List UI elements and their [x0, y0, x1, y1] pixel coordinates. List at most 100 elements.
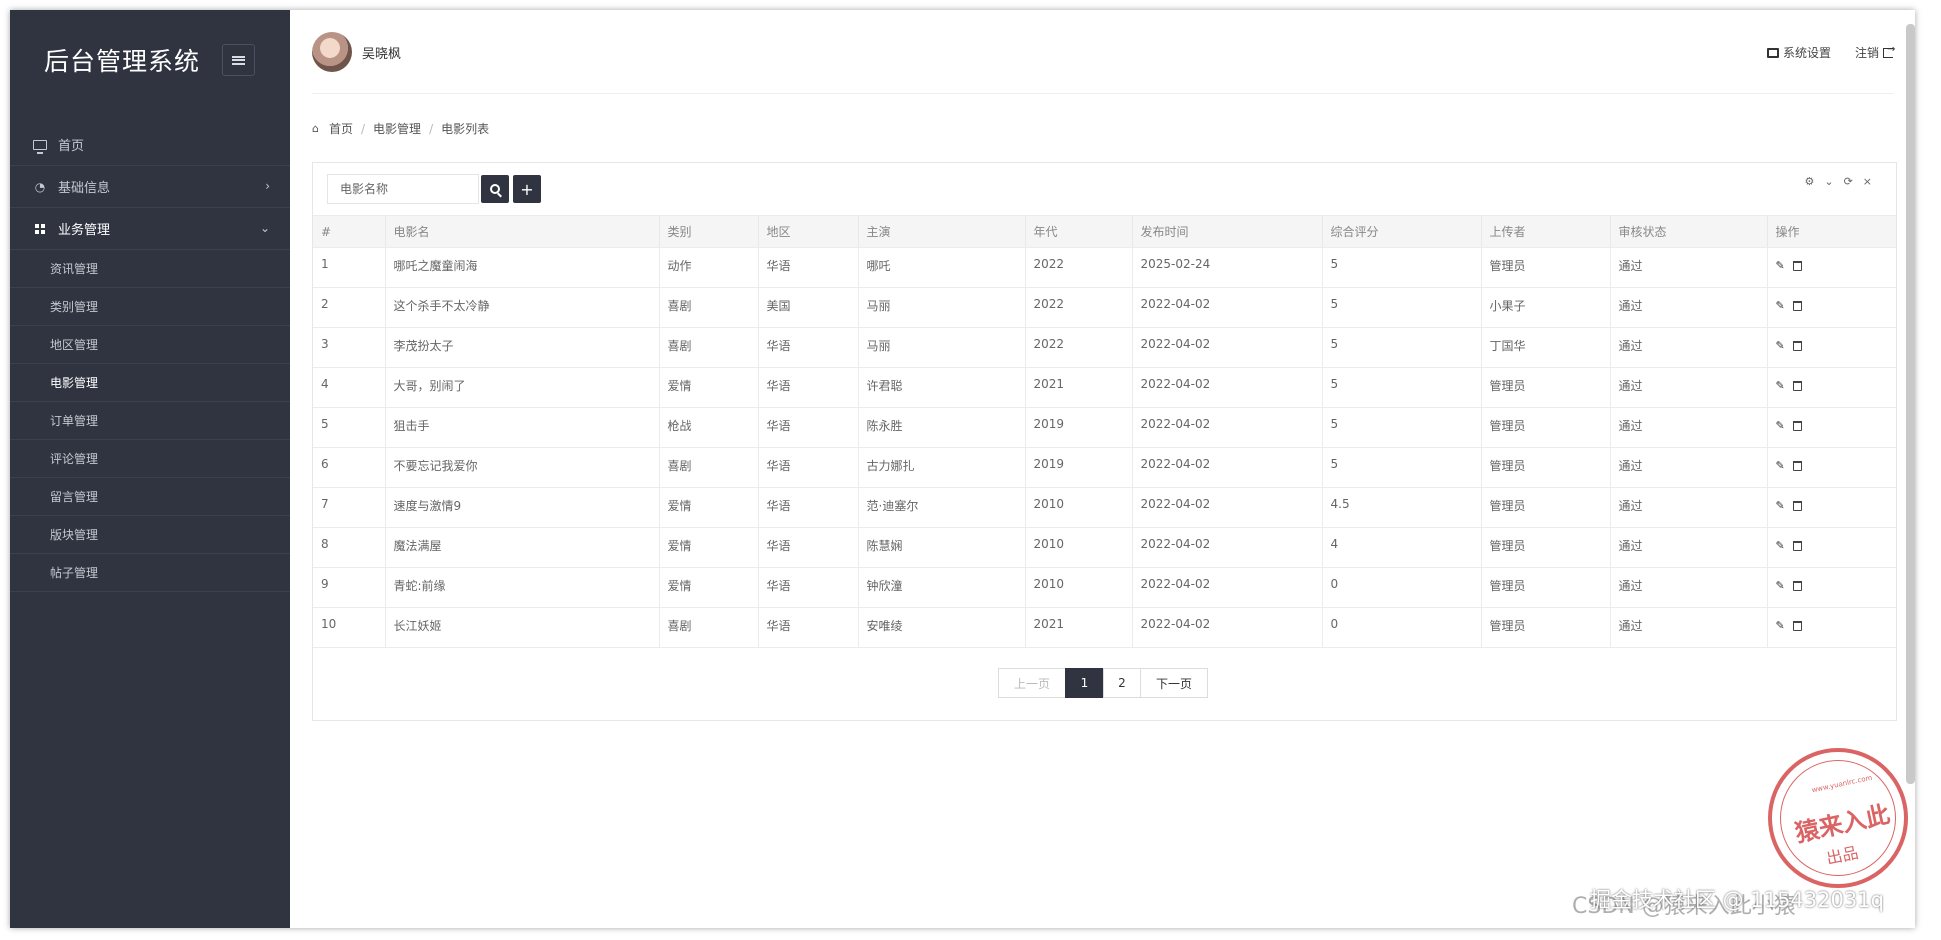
table-row: 6 不要忘记我爱你 喜剧 华语 古力娜扎 2019 2022-04-02 5 管理员 通过 ✎	[313, 447, 1896, 488]
chevron-down-icon[interactable]: ⌄	[1824, 175, 1833, 188]
sidebar-sub-post[interactable]: 帖子管理	[10, 554, 290, 592]
gear-icon[interactable]: ⚙	[1804, 175, 1814, 188]
home-icon: ⌂	[312, 122, 319, 135]
edit-icon[interactable]: ✎	[1776, 539, 1785, 552]
sidebar-item-business[interactable]: 业务管理 ⌄	[10, 208, 290, 250]
edit-icon[interactable]: ✎	[1776, 259, 1785, 272]
col-actions: 操作	[1767, 215, 1896, 248]
cell-actions: ✎	[1767, 367, 1896, 408]
sidebar-sub-board[interactable]: 版块管理	[10, 516, 290, 554]
sidebar-item-basic-info[interactable]: ◔ 基础信息 ›	[10, 166, 290, 208]
sidebar-sub-label: 订单管理	[50, 414, 99, 428]
sidebar-item-home[interactable]: 首页	[10, 124, 290, 166]
logout-link[interactable]: 注销	[1855, 44, 1895, 61]
breadcrumb-separator: /	[429, 121, 434, 136]
cell-index: 9	[313, 567, 386, 608]
cell-status: 通过	[1610, 247, 1768, 288]
sidebar-sub-movie[interactable]: 电影管理	[10, 364, 290, 402]
edit-icon[interactable]: ✎	[1776, 419, 1785, 432]
cell-category: 爱情	[659, 527, 759, 568]
edit-icon[interactable]: ✎	[1776, 339, 1785, 352]
sidebar-sub-label: 电影管理	[50, 376, 99, 390]
cell-index: 10	[313, 607, 386, 648]
avatar[interactable]	[312, 32, 352, 72]
breadcrumb-movie-management[interactable]: 电影管理	[373, 120, 421, 137]
refresh-icon[interactable]: ⟳	[1844, 175, 1853, 188]
page-2-button[interactable]: 2	[1103, 668, 1141, 698]
breadcrumb-home[interactable]: 首页	[329, 120, 353, 137]
cell-rating: 0	[1322, 607, 1482, 648]
sidebar-sub-region[interactable]: 地区管理	[10, 326, 290, 364]
username[interactable]: 吴晓枫	[362, 43, 401, 62]
edit-icon[interactable]: ✎	[1776, 579, 1785, 592]
sidebar-sub-news[interactable]: 资讯管理	[10, 250, 290, 288]
sidebar-sub-category[interactable]: 类别管理	[10, 288, 290, 326]
logout-icon	[1883, 44, 1895, 58]
edit-icon[interactable]: ✎	[1776, 619, 1785, 632]
page-1-button[interactable]: 1	[1065, 668, 1104, 698]
edit-icon[interactable]: ✎	[1776, 299, 1785, 312]
col-category: 类别	[659, 215, 759, 248]
close-icon[interactable]: ×	[1863, 175, 1872, 188]
cell-actor: 范·迪塞尔	[858, 487, 1026, 528]
cell-actions: ✎	[1767, 327, 1896, 368]
watermark-stamp: www.yuanlrc.com 猿来入此 出品	[1768, 748, 1908, 888]
cell-title: 魔法满屋	[385, 527, 660, 568]
trash-icon[interactable]	[1792, 580, 1802, 591]
cell-title: 青蛇:前缘	[385, 567, 660, 608]
trash-icon[interactable]	[1792, 380, 1802, 391]
cell-year: 2010	[1025, 567, 1133, 608]
trash-icon[interactable]	[1792, 420, 1802, 431]
sidebar-nav: 首页 ◔ 基础信息 › 业务管理 ⌄ 资讯管理 类别管理 地区管理 电影管理 订…	[10, 124, 290, 592]
chevron-down-icon: ⌄	[259, 221, 270, 235]
cell-status: 通过	[1610, 367, 1768, 408]
table-row: 5 狙击手 枪战 华语 陈永胜 2019 2022-04-02 5 管理员 通过 ✎	[313, 407, 1896, 448]
cell-release: 2022-04-02	[1132, 447, 1323, 488]
sidebar-sub-message[interactable]: 留言管理	[10, 478, 290, 516]
search-input[interactable]	[327, 174, 479, 204]
scrollbar[interactable]	[1906, 24, 1915, 784]
cell-region: 华语	[758, 527, 859, 568]
add-button[interactable]: +	[513, 175, 541, 203]
edit-icon[interactable]: ✎	[1776, 459, 1785, 472]
trash-icon[interactable]	[1792, 300, 1802, 311]
table-row: 2 这个杀手不太冷静 喜剧 美国 马丽 2022 2022-04-02 5 小果子 通过 ✎	[313, 287, 1896, 328]
row-actions: ✎	[1776, 617, 1897, 632]
cell-release: 2022-04-02	[1132, 327, 1323, 368]
cell-actions: ✎	[1767, 607, 1897, 648]
cell-region: 华语	[758, 607, 859, 648]
cell-year: 2021	[1025, 367, 1133, 408]
sidebar-sub-comment[interactable]: 评论管理	[10, 440, 290, 478]
cell-index: 6	[313, 447, 386, 488]
trash-icon[interactable]	[1792, 460, 1802, 471]
search-icon	[490, 184, 500, 194]
trash-icon[interactable]	[1792, 620, 1802, 631]
sidebar-item-label: 首页	[58, 139, 85, 154]
col-rating: 综合评分	[1322, 215, 1482, 248]
trash-icon[interactable]	[1792, 260, 1802, 271]
dashboard-icon: ◔	[34, 179, 46, 194]
search-button[interactable]	[481, 175, 509, 203]
cell-rating: 5	[1322, 327, 1482, 368]
cell-actions: ✎	[1767, 447, 1896, 488]
sidebar-sub-order[interactable]: 订单管理	[10, 402, 290, 440]
edit-icon[interactable]: ✎	[1776, 499, 1785, 512]
cell-category: 枪战	[659, 407, 759, 448]
next-page-button[interactable]: 下一页	[1140, 668, 1208, 698]
sidebar-submenu: 资讯管理 类别管理 地区管理 电影管理 订单管理 评论管理 留言管理 版块管理 …	[10, 250, 290, 592]
cell-rating: 4	[1322, 527, 1482, 568]
cell-year: 2010	[1025, 487, 1133, 528]
watermark-text: 掘金技术社区 @ 115432031q	[1590, 888, 1884, 912]
panel-tools: ⚙ ⌄ ⟳ ×	[1804, 175, 1872, 188]
trash-icon[interactable]	[1792, 340, 1802, 351]
prev-page-button[interactable]: 上一页	[998, 668, 1066, 698]
trash-icon[interactable]	[1792, 540, 1802, 551]
trash-icon[interactable]	[1792, 500, 1802, 511]
cell-region: 华语	[758, 447, 859, 488]
edit-icon[interactable]: ✎	[1776, 379, 1785, 392]
sidebar-item-label: 业务管理	[58, 223, 111, 238]
cell-index: 7	[313, 487, 386, 528]
menu-toggle-button[interactable]	[222, 44, 255, 76]
cell-index: 1	[313, 247, 386, 288]
settings-link[interactable]: 系统设置	[1766, 44, 1831, 61]
